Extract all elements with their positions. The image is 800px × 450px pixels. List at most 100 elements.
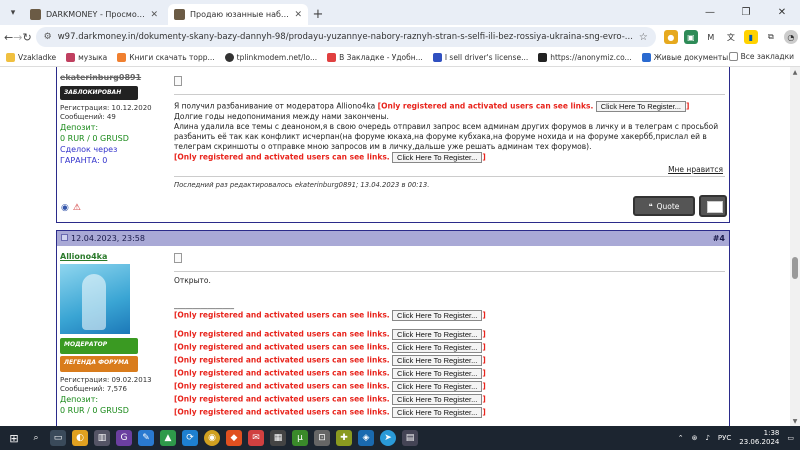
- page-scrollbar[interactable]: ▲ ▼: [790, 67, 800, 426]
- tray-arrow-icon[interactable]: ⌃: [678, 434, 684, 442]
- bookmark-item[interactable]: I sell driver's license...: [432, 53, 528, 62]
- app-icon[interactable]: G: [116, 430, 132, 446]
- network-icon[interactable]: ⊛: [692, 434, 698, 442]
- app-icon[interactable]: ✉: [248, 430, 264, 446]
- clock[interactable]: 1:38 23.06.2024: [739, 429, 779, 447]
- app-icon[interactable]: ▥: [94, 430, 110, 446]
- username-link[interactable]: ekaterinburg0891: [60, 73, 141, 82]
- app-icon[interactable]: ▤: [402, 430, 418, 446]
- extensions-icon[interactable]: ⧉: [763, 30, 778, 44]
- hidden-link-notice: [Only registered and activated users can…: [174, 394, 390, 404]
- brave-icon[interactable]: ◆: [226, 430, 242, 446]
- bookmark-item[interactable]: Живые документы...: [641, 53, 735, 62]
- post-content: Я получил разбанивание от модератора All…: [170, 72, 729, 167]
- bookmark-item[interactable]: Vzakladke: [6, 53, 56, 62]
- post-icon: [61, 234, 68, 241]
- bookmark-item[interactable]: Книги скачать торр...: [117, 53, 215, 62]
- all-bookmarks[interactable]: Все закладки: [728, 52, 794, 61]
- multi-quote-button[interactable]: [699, 195, 727, 217]
- close-icon[interactable]: ✕: [150, 10, 158, 20]
- reload-icon[interactable]: ↻: [22, 27, 31, 47]
- post-line: [Only registered and activated users can…: [174, 381, 486, 392]
- register-button[interactable]: Click Here To Register...: [392, 407, 483, 418]
- message-count: Сообщений: 49: [60, 113, 116, 121]
- notifications-icon[interactable]: ▭: [787, 434, 794, 442]
- register-button[interactable]: Click Here To Register...: [595, 101, 687, 112]
- extension-icon[interactable]: ▣: [683, 30, 698, 44]
- edit-notice: Последний раз редактировалось ekaterinbu…: [174, 181, 430, 189]
- task-view-icon[interactable]: ▭: [50, 430, 66, 446]
- extension-icon[interactable]: M: [703, 30, 718, 44]
- post-number[interactable]: #4: [713, 234, 725, 243]
- new-tab-button[interactable]: +: [308, 4, 328, 25]
- report-icon[interactable]: ⚠: [73, 203, 81, 213]
- like-link[interactable]: Мне нравится: [668, 165, 723, 174]
- tab-active[interactable]: Продаю юзанные наборы ра... ✕: [168, 4, 308, 25]
- windows-start-icon[interactable]: ⊞: [6, 430, 22, 446]
- bookmark-item[interactable]: В Закладке - Удобн...: [327, 53, 423, 62]
- tab-darkmoney[interactable]: DARKMONEY - Просмотр про... ✕: [24, 4, 164, 25]
- bookmark-item[interactable]: музыка: [66, 53, 107, 62]
- post-line: Алина удалила все темы с деаноном,я в св…: [174, 122, 719, 131]
- hidden-link-notice: [Only registered and activated users can…: [174, 310, 390, 320]
- register-button[interactable]: Click Here To Register...: [392, 368, 483, 379]
- site-info-icon[interactable]: ⚙: [44, 32, 52, 42]
- back-icon[interactable]: ←: [4, 27, 13, 47]
- scroll-up-icon[interactable]: ▲: [790, 67, 800, 77]
- register-button[interactable]: Click Here To Register...: [392, 355, 483, 366]
- minimize-icon[interactable]: —: [692, 0, 728, 25]
- app-icon[interactable]: ◈: [358, 430, 374, 446]
- register-button[interactable]: Click Here To Register...: [392, 329, 483, 340]
- hidden-link-notice: [Only registered and activated users can…: [377, 101, 594, 111]
- tab-search-icon[interactable]: ▾: [4, 4, 22, 22]
- volume-icon[interactable]: ♪: [705, 434, 709, 442]
- translate-icon[interactable]: 文: [723, 30, 738, 44]
- app-icon[interactable]: ◐: [72, 430, 88, 446]
- post-date: 12.04.2023, 23:58: [61, 234, 145, 243]
- hidden-link-notice: [Only registered and activated users can…: [174, 355, 390, 365]
- scrollbar-thumb[interactable]: [792, 257, 798, 279]
- url-text: w97.darkmoney.in/dokumenty-skany-bazy-da…: [57, 32, 633, 42]
- close-window-icon[interactable]: ✕: [764, 0, 800, 25]
- bookmark-item[interactable]: https://anonymiz.co...: [538, 53, 632, 62]
- register-button[interactable]: Click Here To Register...: [392, 342, 483, 353]
- register-button[interactable]: Click Here To Register...: [392, 381, 483, 392]
- register-button[interactable]: Click Here To Register...: [392, 394, 483, 405]
- post-footer-icons: ◉ ⚠: [61, 203, 81, 213]
- bookmark-star-icon[interactable]: ☆: [639, 32, 648, 43]
- language-indicator[interactable]: РУС: [718, 434, 731, 442]
- registration-date: Регистрация: 09.02.2013: [60, 376, 152, 384]
- extension-icon[interactable]: ▮: [743, 30, 758, 44]
- restore-icon[interactable]: ❐: [728, 0, 764, 25]
- forum-post: 12.04.2023, 23:58 #4 Alliono4ka МОДЕРАТО…: [56, 230, 730, 426]
- rank-badge: ЗАБЛОКИРОВАН: [60, 86, 138, 100]
- search-icon[interactable]: ⌕: [28, 430, 44, 446]
- profile-avatar-icon[interactable]: ◔: [783, 30, 798, 44]
- app-icon[interactable]: ✎: [138, 430, 154, 446]
- post-line: [Only registered and activated users can…: [174, 407, 486, 418]
- username-link[interactable]: Alliono4ka: [60, 252, 107, 261]
- scroll-down-icon[interactable]: ▼: [790, 416, 800, 426]
- app-icon[interactable]: ⟳: [182, 430, 198, 446]
- app-icon[interactable]: ▦: [270, 430, 286, 446]
- address-bar[interactable]: ⚙ w97.darkmoney.in/dokumenty-skany-bazy-…: [35, 27, 656, 47]
- extension-icon[interactable]: ●: [663, 30, 678, 44]
- bookmark-item[interactable]: tplinkmodem.net/lo...: [224, 53, 317, 62]
- app-icon[interactable]: ▲: [160, 430, 176, 446]
- torrent-icon[interactable]: μ: [292, 430, 308, 446]
- register-button[interactable]: Click Here To Register...: [392, 310, 483, 321]
- browser-toolbar: ← → ↻ ⚙ w97.darkmoney.in/dokumenty-skany…: [0, 25, 800, 49]
- document-icon: [174, 76, 182, 86]
- register-button[interactable]: Click Here To Register...: [392, 152, 483, 163]
- quote-button[interactable]: ❝ Quote: [633, 196, 695, 216]
- close-icon[interactable]: ✕: [294, 10, 302, 20]
- darkmoney-favicon-icon: [30, 9, 41, 20]
- chrome-icon[interactable]: ◉: [204, 430, 220, 446]
- app-icon[interactable]: ✚: [336, 430, 352, 446]
- system-tray: ⌃ ⊛ ♪ РУС 1:38 23.06.2024 ▭: [678, 426, 794, 450]
- deposit-label: Депозит:: [60, 123, 99, 132]
- post-line: [Only registered and activated users can…: [174, 394, 486, 405]
- app-icon[interactable]: ⊡: [314, 430, 330, 446]
- telegram-icon[interactable]: ➤: [380, 430, 396, 446]
- forward-icon[interactable]: →: [13, 27, 22, 47]
